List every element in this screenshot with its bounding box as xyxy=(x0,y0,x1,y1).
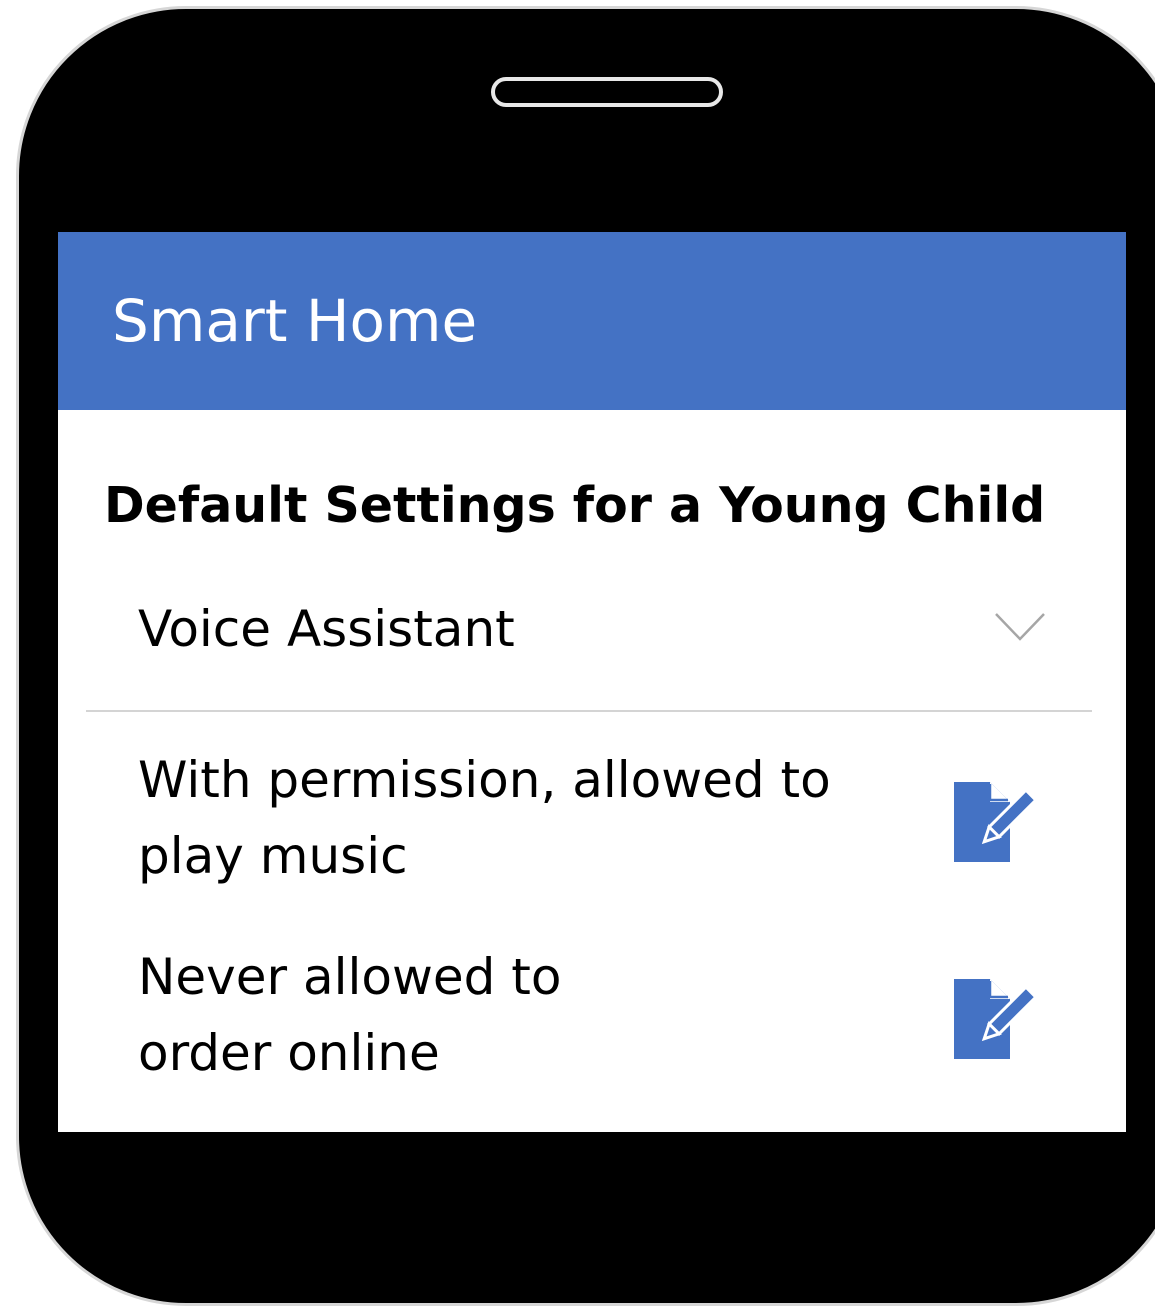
phone-speaker xyxy=(491,77,723,107)
edit-document-icon[interactable] xyxy=(952,977,1042,1067)
edit-document-icon[interactable] xyxy=(952,780,1042,870)
setting-play-music: With permission, allowed to play music xyxy=(138,742,1078,894)
voice-assistant-dropdown[interactable]: Voice Assistant xyxy=(86,584,1092,712)
app-header: Smart Home xyxy=(58,232,1126,410)
chevron-down-icon[interactable] xyxy=(994,612,1046,642)
setting-order-online: Never allowed to order online xyxy=(138,939,1078,1091)
app-title: Smart Home xyxy=(112,287,478,355)
setting-text-line: order online xyxy=(138,1024,440,1082)
setting-text: Never allowed to order online xyxy=(138,939,938,1091)
setting-text: With permission, allowed to play music xyxy=(138,751,831,885)
setting-text-line: Never allowed to xyxy=(138,948,562,1006)
dropdown-label: Voice Assistant xyxy=(138,600,515,658)
phone-screen: Smart Home Default Settings for a Young … xyxy=(58,232,1126,1132)
section-title: Default Settings for a Young Child xyxy=(104,477,1046,534)
